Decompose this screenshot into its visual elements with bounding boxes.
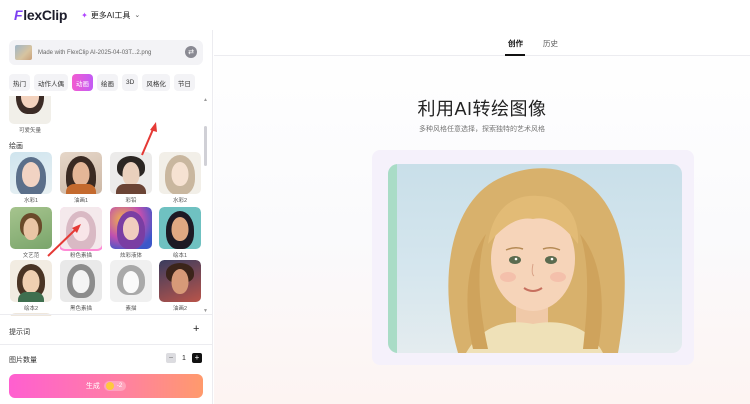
style-label: 绘本2 xyxy=(23,306,39,312)
style-thumbnail xyxy=(9,96,51,124)
style-label: 炫彩液体 xyxy=(119,253,142,259)
uploaded-file-chip[interactable]: Made with FlexClip AI-2025-04-03T...2.pn… xyxy=(9,40,203,65)
category-tab-action-figure[interactable]: 动作人偶 xyxy=(34,74,68,91)
category-tab-hot[interactable]: 热门 xyxy=(9,74,30,91)
active-tab-indicator xyxy=(505,54,525,56)
tab-history[interactable]: 历史 xyxy=(543,38,558,49)
style-tile-cute-vector[interactable]: 可爱矢量 xyxy=(9,96,51,134)
left-panel: Made with FlexClip AI-2025-04-03T...2.pn… xyxy=(0,30,213,404)
prompt-label: 提示词 xyxy=(9,329,30,336)
divider xyxy=(0,344,212,345)
style-thumbnail xyxy=(10,152,52,194)
style-thumbnail xyxy=(159,207,201,249)
style-tile-watercolor-2[interactable]: 水彩2 xyxy=(159,152,201,204)
flexclip-logo[interactable]: FlexClip xyxy=(14,7,67,23)
style-grid-scrollbar[interactable] xyxy=(204,126,207,166)
style-thumbnail xyxy=(60,152,102,194)
style-thumbnail xyxy=(10,260,52,302)
section-title-painting: 绘画 xyxy=(9,143,23,150)
style-tile-sketch[interactable]: 素描 xyxy=(110,260,152,312)
chevron-down-icon: ⌄ xyxy=(134,12,141,19)
generate-button[interactable]: 生成 -2 xyxy=(9,374,203,398)
style-label: 油画1 xyxy=(73,198,89,204)
style-tile-colored-pencil[interactable]: 彩铅 xyxy=(110,152,152,204)
top-bar: FlexClip ✦ 更多AI工具 ⌄ xyxy=(0,0,750,30)
style-category-tabs: 热门 动作人偶 动画 绘画 3D 风格化 节日 xyxy=(9,74,207,91)
credit-cost-badge: -2 xyxy=(103,381,127,391)
swap-icon: ⇄ xyxy=(188,49,194,56)
coin-icon xyxy=(105,382,114,390)
style-tile-oil-1[interactable]: 油画1 xyxy=(60,152,102,204)
replace-image-button[interactable]: ⇄ xyxy=(185,46,197,58)
style-tile-picture-book-1[interactable]: 绘本1 xyxy=(159,207,201,259)
style-thumbnail xyxy=(159,152,201,194)
source-image-preview xyxy=(388,164,682,353)
increase-count-button[interactable]: + xyxy=(191,353,202,363)
sparkle-icon: ✦ xyxy=(81,10,88,20)
style-label: 素描 xyxy=(125,306,137,312)
style-label: 可爱矢量 xyxy=(18,128,41,134)
more-ai-tools-label: 更多AI工具 xyxy=(90,10,131,20)
style-thumbnail xyxy=(110,207,152,249)
style-label: 彩铅 xyxy=(125,198,137,204)
divider xyxy=(0,314,212,315)
style-thumbnail xyxy=(110,152,152,194)
category-tab-holiday[interactable]: 节日 xyxy=(173,74,195,91)
tab-create[interactable]: 创作 xyxy=(508,38,523,49)
style-tile-oil-2[interactable]: 油画2 xyxy=(159,260,201,312)
style-tile-watercolor-1[interactable]: 水彩1 xyxy=(10,152,52,204)
annotation-arrow-icon xyxy=(47,224,81,257)
category-tab-painting[interactable]: 绘画 xyxy=(97,74,118,91)
image-count-value: 1 xyxy=(182,354,186,362)
style-tile-black-sketch[interactable]: 黑色素描 xyxy=(60,260,102,312)
image-count-label: 图片数量 xyxy=(9,357,37,364)
page-title: 利用AI转绘图像 xyxy=(417,99,547,119)
style-tile-liquid-color[interactable]: 炫彩液体 xyxy=(110,207,152,259)
scroll-up-icon[interactable]: ▲ xyxy=(203,97,208,103)
style-label: 黑色素描 xyxy=(69,306,92,312)
logo-text: lexClip xyxy=(23,7,68,23)
style-label: 油画2 xyxy=(172,306,188,312)
credit-cost: -2 xyxy=(116,383,123,389)
style-label: 水彩2 xyxy=(172,198,188,204)
file-name: Made with FlexClip AI-2025-04-03T...2.pn… xyxy=(38,49,152,56)
category-tab-stylized[interactable]: 风格化 xyxy=(142,74,170,91)
logo-mark: F xyxy=(14,7,23,23)
decrease-count-button[interactable]: − xyxy=(166,353,176,363)
more-ai-tools-menu[interactable]: ✦ 更多AI工具 ⌄ xyxy=(81,10,140,21)
style-thumbnail xyxy=(110,260,152,302)
main-preview-panel: 创作 历史 利用AI转绘图像 多种风格任意选择，探索独特的艺术风格 xyxy=(214,30,750,404)
portrait-illustration xyxy=(448,168,625,353)
category-tab-animation[interactable]: 动画 xyxy=(72,74,93,91)
category-tab-3d[interactable]: 3D xyxy=(122,74,139,91)
page-subtitle: 多种风格任意选择，探索独特的艺术风格 xyxy=(419,126,545,133)
annotation-arrow-icon xyxy=(141,122,157,156)
style-grid-scroll-area[interactable]: 可爱矢量 绘画 水彩1 油画1 彩铅 水彩2 文艺范 粉色素描 炫彩液体 绘本1… xyxy=(0,96,213,316)
generate-label: 生成 xyxy=(85,383,100,390)
panel-tabs: 创作 历史 xyxy=(214,30,750,56)
expand-prompt-button[interactable]: + xyxy=(193,323,199,335)
style-tile-picture-book-2[interactable]: 绘本2 xyxy=(10,260,52,312)
style-label: 水彩1 xyxy=(23,198,39,204)
image-count-stepper: − 1 + xyxy=(166,353,202,363)
style-label: 绘本1 xyxy=(172,253,188,259)
file-thumbnail xyxy=(15,45,32,60)
style-thumbnail xyxy=(159,260,201,302)
style-thumbnail xyxy=(60,260,102,302)
